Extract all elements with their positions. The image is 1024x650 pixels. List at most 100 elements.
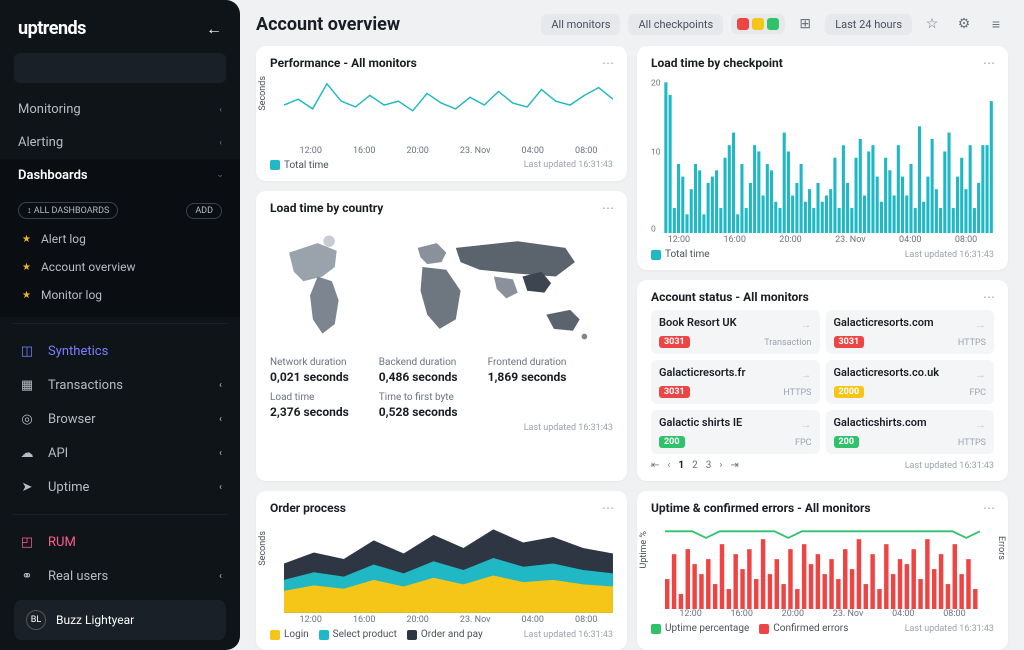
main: Account overview All monitors All checkp… — [240, 0, 1024, 650]
menu-icon[interactable]: ≡ — [984, 12, 1008, 36]
arrow-icon: → — [975, 368, 986, 381]
user-name: Buzz Lightyear — [56, 613, 134, 627]
status-tile[interactable]: Galacticresorts.com 3031 → HTTPS — [826, 310, 995, 354]
status-tile[interactable]: Galacticresorts.co.uk 2000 → FPC — [826, 360, 995, 404]
arrow-icon: → — [801, 418, 812, 431]
svg-text:10: 10 — [651, 148, 661, 158]
uptime-chart — [665, 521, 980, 609]
status-tile[interactable]: Galacticshirts.com 200 → HTTPS — [826, 410, 995, 454]
topbar: Account overview All monitors All checkp… — [256, 12, 1008, 36]
star-icon: ★ — [22, 262, 31, 273]
user-menu[interactable]: BL Buzz Lightyear — [14, 600, 226, 640]
dashboards-subnav: ↕ ALL DASHBOARDS ADD ★Alert log ★Account… — [0, 192, 240, 317]
nav-alerting[interactable]: Alerting‹ — [0, 126, 240, 159]
sidebar: uptrends ← Monitoring‹ Alerting‹ Dashboa… — [0, 0, 240, 650]
pagination[interactable]: ⇤ ‹ 1 2 3 › ⇥ — [651, 460, 739, 471]
svg-text:0: 0 — [651, 224, 656, 233]
checkpoint-chart: 20 10 0 — [651, 76, 994, 233]
metric: Frontend duration1,869 seconds — [488, 357, 567, 384]
metric: Network duration0,021 seconds — [270, 357, 349, 384]
star-icon: ★ — [22, 290, 31, 301]
card-title: Uptime & confirmed errors - All monitors — [651, 501, 994, 515]
card-menu-icon[interactable]: ⋯ — [983, 501, 996, 515]
status-tile[interactable]: Galacticresorts.fr 3031 → HTTPS — [651, 360, 820, 404]
card-country: Load time by country ⋯ Network duration0… — [256, 191, 627, 481]
svg-text:20: 20 — [651, 79, 661, 89]
filter-checkpoints[interactable]: All checkpoints — [628, 14, 723, 35]
add-dashboard-button[interactable]: ADD — [186, 203, 222, 219]
nav-rum[interactable]: ◰RUM — [0, 525, 240, 559]
grid-view-icon[interactable]: ⊞ — [793, 12, 817, 36]
card-title: Account status - All monitors — [651, 290, 994, 304]
nav-dashboards[interactable]: Dashboards‹ — [0, 159, 240, 192]
nav-synthetics[interactable]: ◫ Synthetics — [0, 334, 240, 368]
browser-icon: ◎ — [18, 410, 36, 428]
last-updated: Last updated 16:31:43 — [524, 160, 613, 170]
status-tile[interactable]: Galactic shirts IE 200 → FPC — [651, 410, 820, 454]
page-prev-icon[interactable]: ‹ — [667, 460, 670, 471]
card-title: Load time by country — [270, 201, 613, 215]
nav-real-users[interactable]: ⚭Real users‹ — [0, 559, 240, 593]
world-map — [270, 221, 613, 351]
users-icon: ⚭ — [18, 567, 36, 585]
uptime-icon: ➤ — [18, 478, 36, 496]
card-menu-icon[interactable]: ⋯ — [983, 56, 996, 70]
y-axis-label: Seconds — [258, 531, 268, 566]
filter-monitors[interactable]: All monitors — [541, 14, 620, 35]
last-updated: Last updated 16:31:43 — [905, 624, 994, 634]
last-updated: Last updated 16:31:43 — [524, 423, 613, 433]
card-title: Load time by checkpoint — [651, 56, 994, 70]
last-updated: Last updated 16:31:43 — [524, 630, 613, 640]
sidebar-search[interactable] — [14, 53, 226, 83]
metric: Time to first byte0,528 seconds — [379, 392, 458, 419]
arrow-icon: → — [975, 418, 986, 431]
card-menu-icon[interactable]: ⋯ — [602, 501, 615, 515]
time-range[interactable]: Last 24 hours — [825, 14, 912, 35]
metric: Backend duration0,486 seconds — [379, 357, 458, 384]
nav-api[interactable]: ☁API‹ — [0, 436, 240, 470]
arrow-icon: → — [801, 318, 812, 331]
arrow-icon: → — [975, 318, 986, 331]
card-order-process: Order process ⋯ Seconds 12:0016:0020:002… — [256, 491, 627, 650]
card-title: Performance - All monitors — [270, 56, 613, 70]
api-icon: ☁ — [18, 444, 36, 462]
card-menu-icon[interactable]: ⋯ — [602, 56, 615, 70]
card-menu-icon[interactable]: ⋯ — [602, 201, 615, 215]
synthetics-icon: ◫ — [18, 342, 36, 360]
back-button[interactable]: ← — [206, 19, 222, 39]
page-title: Account overview — [256, 14, 400, 35]
status-filter[interactable] — [731, 14, 785, 34]
last-updated: Last updated 16:31:43 — [905, 461, 994, 471]
nav-monitoring[interactable]: Monitoring‹ — [0, 93, 240, 126]
dash-monitor-log[interactable]: ★Monitor log — [0, 281, 240, 309]
metric: Load time2,376 seconds — [270, 392, 349, 419]
y-axis-errors: Errors — [996, 536, 1006, 560]
last-updated: Last updated 16:31:43 — [905, 250, 994, 260]
logo: uptrends — [18, 18, 86, 39]
card-account-status: Account status - All monitors ⋯ Book Res… — [637, 280, 1008, 481]
gear-icon[interactable]: ⚙ — [952, 12, 976, 36]
card-performance: Performance - All monitors ⋯ Seconds 12:… — [256, 46, 627, 181]
nav-browser[interactable]: ◎Browser‹ — [0, 402, 240, 436]
order-chart — [284, 521, 613, 613]
card-title: Order process — [270, 501, 613, 515]
y-axis-label: Seconds — [258, 76, 268, 111]
star-icon[interactable]: ☆ — [920, 12, 944, 36]
status-tile[interactable]: Book Resort UK 3031 → Transaction — [651, 310, 820, 354]
nav-uptime[interactable]: ➤Uptime‹ — [0, 470, 240, 504]
card-menu-icon[interactable]: ⋯ — [983, 290, 996, 304]
page-last-icon[interactable]: ⇥ — [730, 460, 738, 471]
page-next-icon[interactable]: › — [719, 460, 722, 471]
y-axis-uptime: Uptime % — [639, 531, 649, 569]
all-dashboards-button[interactable]: ↕ ALL DASHBOARDS — [18, 202, 118, 219]
dash-account-overview[interactable]: ★Account overview — [0, 253, 240, 281]
dash-alert-log[interactable]: ★Alert log — [0, 225, 240, 253]
arrow-icon: → — [801, 368, 812, 381]
nav-transactions[interactable]: ▦Transactions‹ — [0, 368, 240, 402]
rum-icon: ◰ — [18, 533, 36, 551]
card-uptime: Uptime & confirmed errors - All monitors… — [637, 491, 1008, 650]
performance-chart — [284, 76, 613, 144]
transactions-icon: ▦ — [18, 376, 36, 394]
card-checkpoint: Load time by checkpoint ⋯ 20100 12:0016:… — [637, 46, 1008, 270]
page-first-icon[interactable]: ⇤ — [651, 460, 659, 471]
